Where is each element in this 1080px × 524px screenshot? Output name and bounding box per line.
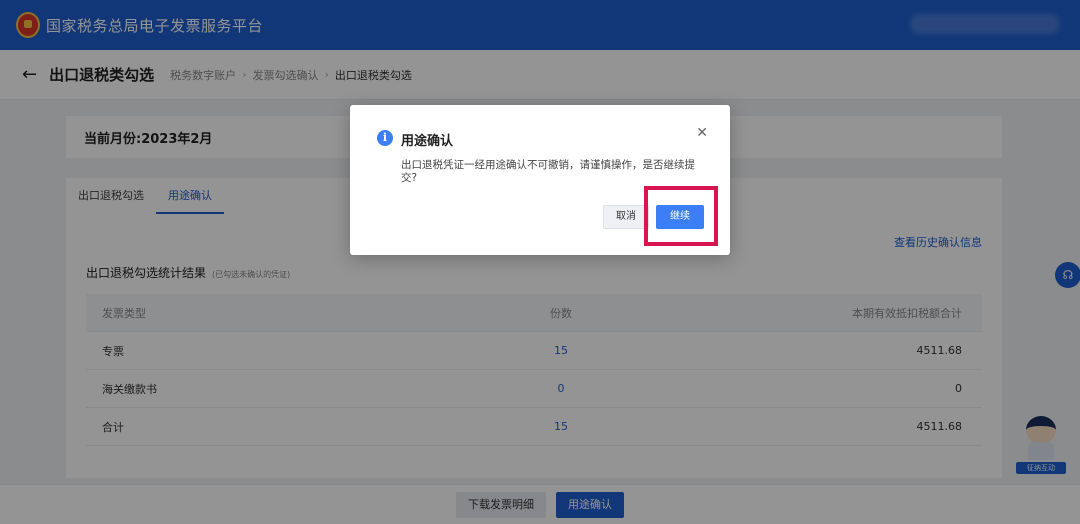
close-icon[interactable]: ✕ <box>696 125 708 141</box>
highlight-annotation-box <box>644 186 718 246</box>
dialog-title: 用途确认 <box>401 134 454 149</box>
cancel-button[interactable]: 取消 <box>603 205 649 229</box>
dialog-message: 出口退税凭证一经用途确认不可撤销，请谨慎操作，是否继续提交? <box>401 159 695 184</box>
info-icon: i <box>377 130 393 146</box>
modal-overlay <box>0 0 1080 524</box>
